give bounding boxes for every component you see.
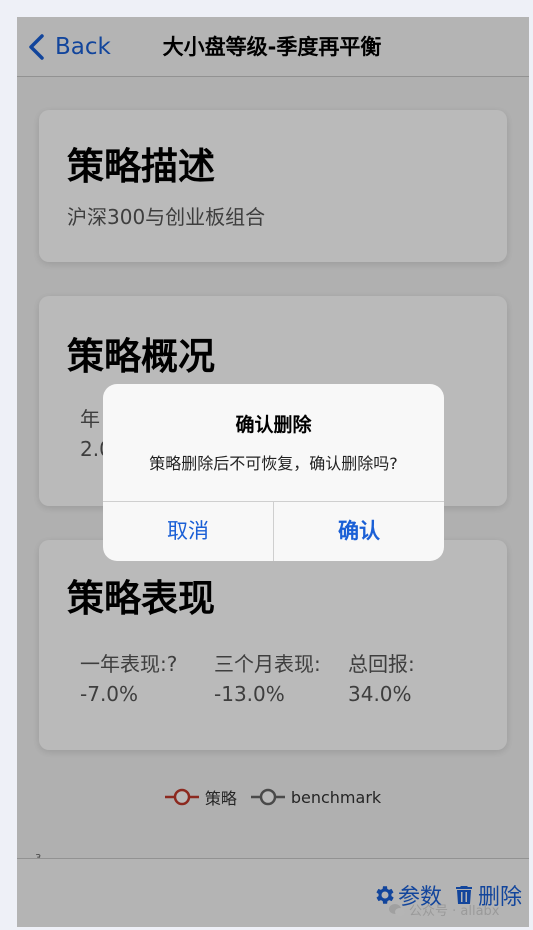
cancel-button[interactable]: 取消 <box>103 502 273 561</box>
confirm-button[interactable]: 确认 <box>274 502 444 561</box>
watermark: 公众号 · allabx <box>389 900 500 919</box>
app-screen: Back 大小盘等级-季度再平衡 策略描述 沪深300与创业板组合 策略概况 年… <box>17 17 529 927</box>
confirm-delete-dialog: 确认删除 策略删除后不可恢复，确认删除吗? 取消 确认 <box>103 384 444 561</box>
watermark-text: 公众号 · allabx <box>409 904 500 919</box>
dialog-title: 确认删除 <box>235 414 312 436</box>
wechat-icon <box>389 903 405 916</box>
dialog-message: 策略删除后不可恢复，确认删除吗? <box>149 454 398 473</box>
